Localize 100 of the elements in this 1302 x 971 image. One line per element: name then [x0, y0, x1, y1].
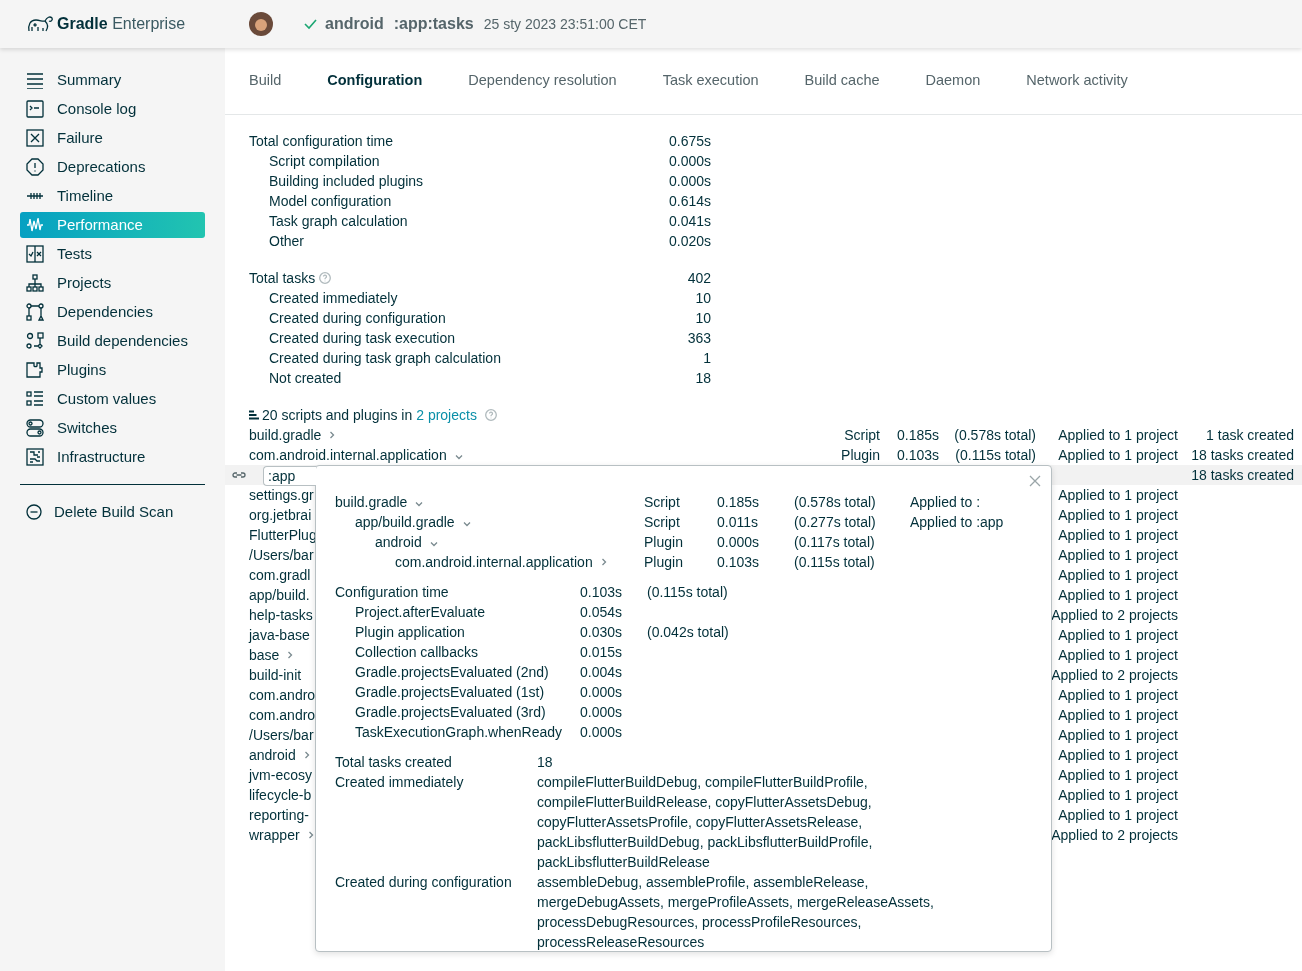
sidebar-item[interactable]: Projects: [20, 270, 205, 296]
sidebar-item[interactable]: Switches: [20, 415, 205, 441]
chevron-right-icon[interactable]: [599, 557, 608, 567]
config-value: 0.000s: [580, 682, 624, 702]
link-icon[interactable]: [231, 470, 247, 480]
config-value: 0.103s: [580, 582, 624, 602]
chevron-down-icon[interactable]: [428, 540, 439, 548]
script-name[interactable]: build.gradle: [335, 491, 408, 513]
sidebar-item[interactable]: Summary: [20, 67, 205, 93]
script-name[interactable]: settings.gr: [249, 484, 314, 506]
script-name[interactable]: com.android.internal.application: [395, 551, 593, 573]
stat-label: Created immediately: [269, 288, 398, 308]
chevron-right-icon[interactable]: [306, 830, 315, 840]
sidebar-item[interactable]: Deprecations: [20, 154, 205, 180]
stat-label: Model configuration: [269, 191, 392, 211]
avatar[interactable]: [249, 12, 273, 36]
chevron-down-icon[interactable]: [453, 453, 464, 461]
script-time: 0.103s: [717, 552, 761, 572]
script-name[interactable]: com.andro: [249, 684, 316, 706]
app-tab[interactable]: :app: [263, 466, 316, 486]
applied-to: Applied to 2 projects: [1050, 665, 1178, 685]
config-value: 0.030s: [580, 622, 624, 642]
script-name[interactable]: base: [249, 644, 280, 666]
chevron-down-icon[interactable]: [414, 500, 425, 508]
sidebar-item[interactable]: Tests: [20, 241, 205, 267]
script-name[interactable]: android: [249, 744, 296, 766]
stat-value: 402: [687, 268, 711, 288]
tasks-label: Created immediately: [335, 773, 465, 792]
script-time: 0.011s: [717, 512, 759, 532]
stat-label: Other: [269, 231, 304, 251]
script-name[interactable]: FlutterPlug: [249, 524, 317, 546]
script-name[interactable]: com.gradl: [249, 564, 311, 586]
script-name[interactable]: wrapper: [249, 824, 300, 846]
script-total: (0.578s total): [953, 425, 1036, 445]
waveform-icon: [26, 216, 44, 234]
sidebar-item[interactable]: Failure: [20, 125, 205, 151]
applied-to: Applied to 1 project: [1057, 445, 1178, 465]
sidebar-item[interactable]: Build dependencies: [20, 328, 205, 354]
sidebar-item[interactable]: Custom values: [20, 386, 205, 412]
tab[interactable]: Task execution: [662, 70, 759, 92]
script-time: 0.103s: [895, 445, 939, 465]
config-label: Gradle.projectsEvaluated (3rd): [354, 702, 547, 722]
chevron-right-icon[interactable]: [302, 750, 311, 760]
stat-value: 0.675s: [668, 131, 711, 151]
projects-link[interactable]: 2 projects: [416, 404, 477, 426]
applied-to: Applied to 1 project: [1057, 785, 1178, 805]
script-name[interactable]: help-tasks: [249, 604, 313, 626]
applied-to: Applied to 1 project: [1057, 545, 1178, 565]
script-name[interactable]: jvm-ecosy: [249, 764, 312, 786]
chevron-right-icon[interactable]: [328, 430, 337, 440]
project-name[interactable]: android: [325, 12, 384, 36]
task-names: :app:tasks: [393, 14, 474, 34]
sidebar-item[interactable]: Timeline: [20, 183, 205, 209]
sidebar-item[interactable]: Infrastructure: [20, 444, 205, 470]
tab[interactable]: Build cache: [804, 70, 880, 92]
sidebar-item[interactable]: Plugins: [20, 357, 205, 383]
stat-value: 0.614s: [668, 191, 711, 211]
script-type: Plugin: [644, 552, 684, 572]
applied-to: Applied to 1 project: [1057, 505, 1178, 525]
script-name[interactable]: com.android.internal.application: [249, 444, 447, 466]
config-label: Plugin application: [354, 622, 466, 642]
script-name[interactable]: build-init: [249, 664, 302, 686]
script-name[interactable]: org.jetbrai: [249, 504, 312, 526]
script-name[interactable]: /Users/bar: [249, 544, 314, 566]
stat-label: Not created: [269, 368, 342, 388]
terminal-icon: [26, 100, 44, 118]
applied-to: Applied to 1 project: [1057, 645, 1178, 665]
tab[interactable]: Daemon: [925, 70, 981, 92]
toggle-icon: [26, 419, 44, 437]
tab[interactable]: Configuration: [327, 70, 423, 92]
sidebar-item[interactable]: Dependencies: [20, 299, 205, 325]
tab[interactable]: Dependency resolution: [468, 70, 617, 92]
script-type: Script: [644, 512, 681, 532]
list-lines-icon: [26, 71, 44, 89]
tab[interactable]: Build: [249, 70, 282, 92]
tasks-label: Total tasks created: [335, 753, 453, 772]
delete-link[interactable]: Delete Build Scan: [20, 499, 205, 525]
script-name[interactable]: app/build.: [249, 584, 310, 606]
chevron-down-icon[interactable]: [461, 520, 472, 528]
script-name[interactable]: reporting-: [249, 804, 309, 826]
applied-to: Applied to 1 project: [1057, 685, 1178, 705]
script-name[interactable]: build.gradle: [249, 424, 322, 446]
script-name[interactable]: /Users/bar: [249, 724, 314, 746]
script-name[interactable]: java-base: [249, 624, 310, 646]
help-icon[interactable]: [484, 409, 497, 421]
script-name[interactable]: com.andro: [249, 704, 316, 726]
script-name[interactable]: lifecycle-b: [249, 784, 312, 806]
script-name[interactable]: app/build.gradle: [355, 511, 455, 533]
scripts-heading: 20 scripts and plugins in: [262, 405, 413, 425]
tab[interactable]: Network activity: [1026, 70, 1128, 92]
applied-to: Applied to 1 project: [1057, 725, 1178, 745]
stat-label: Total tasks: [249, 268, 316, 288]
sidebar-item[interactable]: Console log: [20, 96, 205, 122]
list-icon: [26, 390, 44, 408]
close-icon[interactable]: [1029, 475, 1041, 487]
script-total: (0.115s total): [794, 552, 876, 572]
chevron-right-icon[interactable]: [286, 650, 295, 660]
help-icon[interactable]: [319, 272, 332, 284]
applied-to: Applied to 1 project: [1057, 625, 1178, 645]
script-name[interactable]: android: [375, 531, 422, 553]
